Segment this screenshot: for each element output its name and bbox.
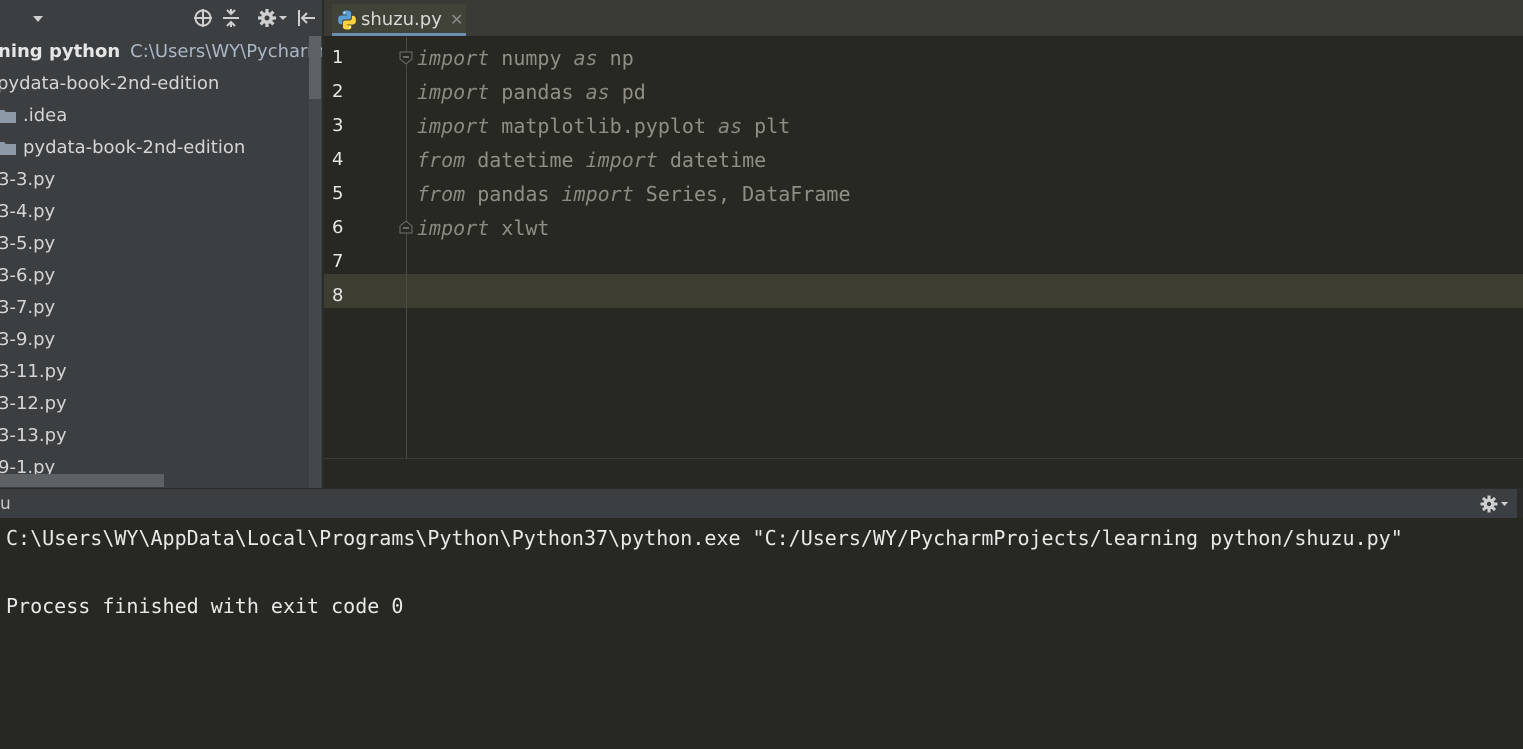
code-text: Series, DataFrame [633, 182, 851, 206]
file-item[interactable]: 3-5.py [0, 228, 55, 260]
code-line[interactable]: import numpy as np [417, 41, 634, 75]
file-item[interactable]: 3-12.py [0, 388, 67, 420]
tree-item-label: 3-12.py [0, 393, 67, 414]
line-number: 5 [332, 183, 344, 204]
code-text: pd [609, 80, 646, 104]
project-toolbar [0, 0, 322, 36]
code-text: plt [742, 114, 791, 138]
run-panel-header: u [0, 488, 1523, 519]
tree-item-label: 3-11.py [0, 361, 67, 382]
line-number: 2 [332, 81, 344, 102]
code-text: pandas [489, 80, 586, 104]
code-line[interactable]: from datetime import datetime [417, 143, 766, 177]
console-command-line: C:\Users\WY\AppData\Local\Programs\Pytho… [6, 526, 1403, 550]
line-number: 8 [332, 285, 344, 306]
code-keyword: import [417, 80, 490, 104]
folder-item[interactable]: pydata-book-2nd-edition [0, 68, 219, 100]
file-item[interactable]: 3-11.py [0, 356, 67, 388]
tree-item-label: 3-5.py [0, 233, 56, 254]
collapse-all-icon[interactable] [220, 6, 242, 30]
tree-item-label: 3-7.py [0, 297, 56, 318]
code-text: np [597, 46, 634, 70]
tree-item-label: .idea [23, 105, 68, 126]
tree-item-label: 3-9.py [0, 329, 56, 350]
run-panel-divider [1517, 489, 1523, 519]
tree-item-label: 3-3.py [0, 169, 56, 190]
code-keyword: import [417, 216, 490, 240]
tree-item-label: 3-13.py [0, 425, 67, 446]
code-keyword: from [417, 148, 466, 172]
gear-icon[interactable] [1480, 495, 1510, 517]
editor-bottom-area [324, 458, 1523, 489]
line-number: 3 [332, 115, 344, 136]
file-item[interactable]: 3-7.py [0, 292, 55, 324]
code-text: datetime [465, 148, 586, 172]
editor-tab-bar: shuzu.py ✕ [324, 0, 1523, 37]
code-text: numpy [489, 46, 574, 70]
code-line[interactable]: import pandas as pd [417, 75, 646, 109]
folder-icon [0, 132, 17, 164]
code-editor[interactable]: 1 import numpy as np 2 import pandas as pd 3… [324, 37, 1523, 458]
run-console[interactable]: C:\Users\WY\AppData\Local\Programs\Pytho… [0, 518, 1523, 749]
code-line[interactable]: import matplotlib.pyplot as plt [417, 109, 790, 143]
project-root-path: C:\Users\WY\PycharmPro [130, 41, 322, 62]
code-keyword: from [417, 182, 466, 206]
tree-item-label: pydata-book-2nd-edition [0, 73, 220, 94]
run-panel-title: u [0, 494, 11, 514]
file-item[interactable]: 3-13.py [0, 420, 67, 452]
code-text: datetime [657, 148, 767, 172]
code-keyword: as [573, 46, 598, 70]
file-item[interactable]: 3-4.py [0, 196, 55, 228]
current-line-highlight [324, 274, 1523, 308]
line-number: 6 [332, 217, 344, 238]
folder-icon [0, 100, 17, 132]
code-line[interactable]: from pandas import Series, DataFrame [417, 177, 851, 211]
code-keyword: as [718, 114, 743, 138]
code-text: matplotlib.pyplot [489, 114, 719, 138]
code-text: pandas [465, 182, 562, 206]
project-root-name: ning python [0, 41, 121, 62]
file-item[interactable]: 3-9.py [0, 324, 55, 356]
gear-icon[interactable] [256, 6, 290, 30]
tree-item-label: pydata-book-2nd-edition [23, 137, 246, 158]
tab-filename: shuzu.py [361, 9, 442, 30]
tab-close-icon[interactable]: ✕ [450, 10, 463, 29]
code-keyword: import [417, 46, 490, 70]
tree-item-label: 3-4.py [0, 201, 56, 222]
code-keyword: import [417, 114, 490, 138]
scrollbar-thumb[interactable] [309, 36, 321, 99]
code-keyword: import [561, 182, 634, 206]
python-file-icon [336, 9, 358, 35]
fold-start-icon[interactable] [399, 50, 413, 65]
console-exit-line: Process finished with exit code 0 [6, 594, 404, 618]
project-panel: ning python C:\Users\WY\PycharmPro pydata… [0, 0, 322, 488]
chevron-down-icon[interactable] [30, 6, 52, 30]
line-number: 4 [332, 149, 344, 170]
line-number: 7 [332, 251, 344, 272]
gutter-separator [406, 37, 407, 458]
fold-end-icon[interactable] [399, 219, 413, 234]
folder-item[interactable]: pydata-book-2nd-edition [0, 132, 245, 164]
code-line[interactable]: import xlwt [417, 211, 549, 245]
locate-icon[interactable] [192, 6, 214, 30]
code-keyword: as [585, 80, 610, 104]
file-item[interactable]: 3-6.py [0, 260, 55, 292]
tab-shuzu-py[interactable]: shuzu.py ✕ [332, 4, 466, 36]
code-keyword: import [585, 148, 658, 172]
file-item[interactable]: 3-3.py [0, 164, 55, 196]
code-text: xlwt [489, 216, 550, 240]
tree-item-label: 3-6.py [0, 265, 56, 286]
project-vertical-scrollbar[interactable] [309, 36, 321, 488]
project-root-node[interactable]: ning python C:\Users\WY\PycharmPro [0, 36, 322, 68]
folder-item[interactable]: .idea [0, 100, 67, 132]
line-number: 1 [332, 47, 344, 68]
hide-panel-icon[interactable] [295, 6, 317, 30]
project-horizontal-scrollbar[interactable] [0, 474, 164, 487]
